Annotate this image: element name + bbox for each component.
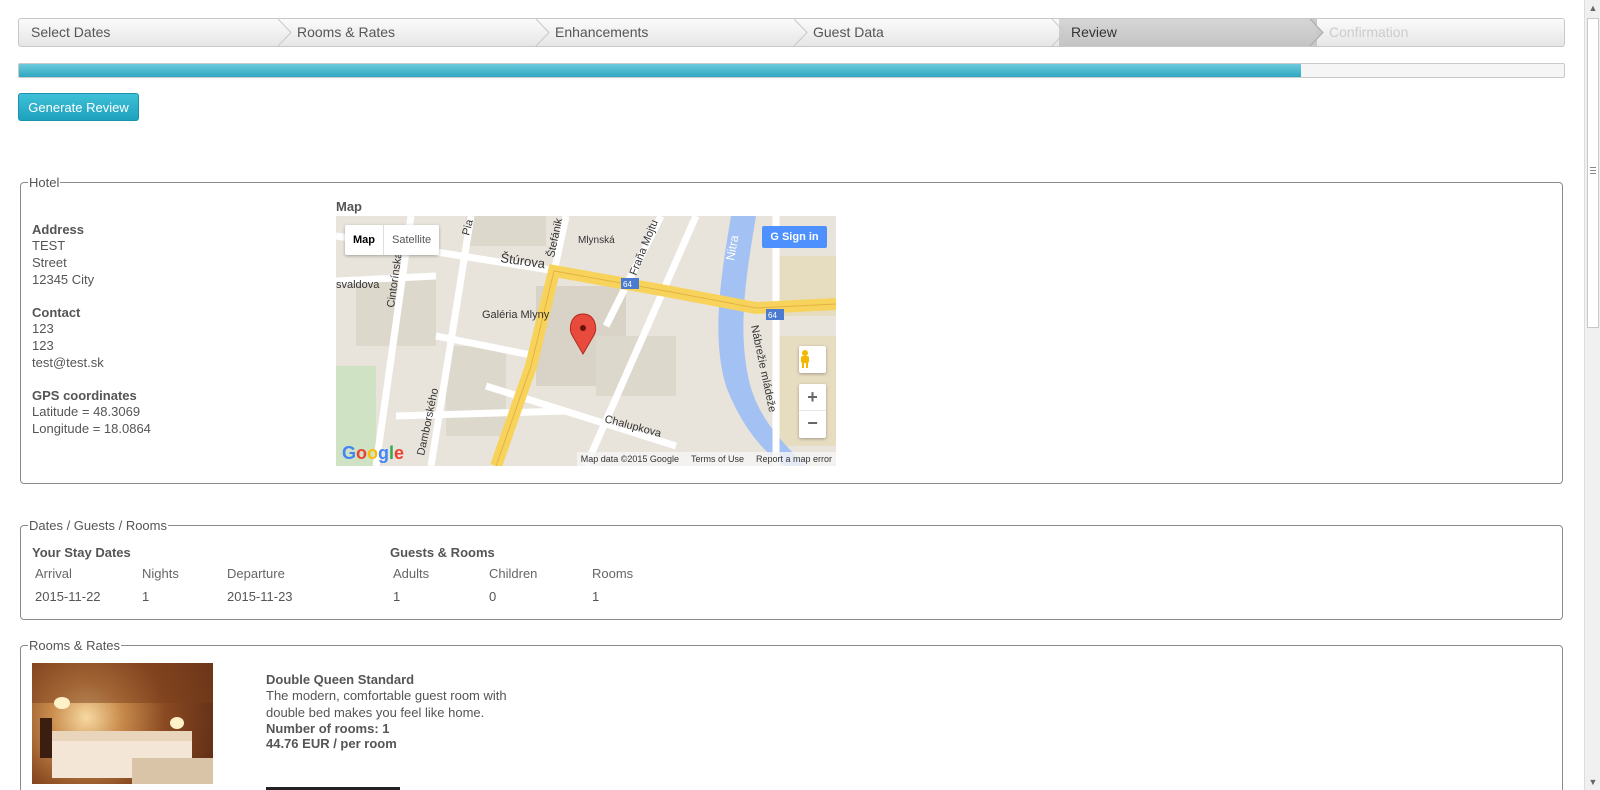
room-image xyxy=(32,663,213,784)
nights-value: 1 xyxy=(142,589,150,604)
map-type-satellite-button[interactable]: Satellite xyxy=(383,225,439,255)
map-view[interactable]: Štúrova Mlynská Fraňa Mojtu Nitra Cintor… xyxy=(336,216,836,466)
hotel-legend: Hotel xyxy=(29,175,60,190)
address-label: Address xyxy=(32,222,85,237)
arrival-value: 2015-11-22 xyxy=(35,589,101,604)
address-line: Street xyxy=(32,255,67,270)
map-report-link[interactable]: Report a map error xyxy=(756,452,832,466)
map-signin-button[interactable]: G Sign in xyxy=(762,226,827,248)
street-label: Mlynská xyxy=(578,235,615,246)
guests-rooms: Guests & Rooms Adults Children Rooms 1 0… xyxy=(390,545,669,604)
stay-dates-table: Arrival Nights Departure 2015-11-22 1 20… xyxy=(32,566,344,604)
address-line: 12345 City xyxy=(32,272,95,287)
pegman-icon[interactable] xyxy=(799,346,826,373)
dates-guests-legend: Dates / Guests / Rooms xyxy=(29,518,167,533)
route-label: 64 xyxy=(768,311,777,320)
street-label: svaldova xyxy=(336,279,380,291)
zoom-out-button[interactable]: − xyxy=(799,411,826,438)
map-label: Map xyxy=(336,199,362,214)
room-name: Double Queen Standard xyxy=(266,672,415,687)
step-separators xyxy=(277,19,1324,46)
hotel-info: Address TEST Street 12345 City Contact 1… xyxy=(32,222,312,437)
longitude: Longitude = 18.0864 xyxy=(32,421,151,436)
room-photo-shapes xyxy=(32,663,213,784)
children-value: 0 xyxy=(489,589,497,604)
map-data-credit: Map data ©2015 Google xyxy=(580,454,679,464)
vertical-scrollbar[interactable]: ▲ ▼ xyxy=(1584,0,1600,790)
grip-icon xyxy=(1590,167,1596,168)
rooms-rates-legend: Rooms & Rates xyxy=(29,638,121,653)
address-line: TEST xyxy=(32,238,66,253)
generate-review-button[interactable]: Generate Review xyxy=(18,93,139,121)
stay-dates: Your Stay Dates Arrival Nights Departure… xyxy=(32,545,344,604)
contact-line: 123 xyxy=(32,338,54,353)
rooms-count: Number of rooms: 1 xyxy=(266,721,390,736)
stay-header: Departure xyxy=(227,566,285,581)
latitude: Latitude = 48.3069 xyxy=(32,404,141,419)
map-type-map-button[interactable]: Map xyxy=(345,225,383,255)
page: Select Dates Rooms & Rates Enhancements … xyxy=(0,0,1584,790)
google-g-icon: G xyxy=(770,231,779,243)
rooms-rates-section: Rooms & Rates xyxy=(20,638,1563,790)
guests-header: Children xyxy=(489,566,538,581)
wizard-steps: Select Dates Rooms & Rates Enhancements … xyxy=(18,18,1565,47)
progress-fill xyxy=(19,64,1302,77)
map-signin-label: Sign in xyxy=(781,231,819,243)
zoom-control: + − xyxy=(799,384,826,438)
google-logo: Google xyxy=(342,443,405,463)
map-terms-link[interactable]: Terms of Use xyxy=(691,452,744,466)
departure-value: 2015-11-23 xyxy=(227,589,293,604)
room-details: Double Queen Standard The modern, comfor… xyxy=(266,672,526,751)
guests-header: Adults xyxy=(393,566,430,581)
scroll-up-icon[interactable]: ▲ xyxy=(1585,0,1600,16)
stay-header: Arrival xyxy=(35,566,72,581)
map-type-control: Map Satellite xyxy=(345,225,440,255)
map-footer: Map data ©2015 Google Terms of Use Repor… xyxy=(576,452,836,466)
room-price: 44.76 EUR / per room xyxy=(266,736,397,751)
contact-label: Contact xyxy=(32,305,81,320)
stay-dates-label: Your Stay Dates xyxy=(32,545,131,560)
stay-header: Nights xyxy=(142,566,179,581)
rooms-value: 1 xyxy=(592,589,600,604)
street-label: Galéria Mlyny xyxy=(482,309,550,321)
zoom-in-button[interactable]: + xyxy=(799,384,826,411)
contact-email[interactable]: test@test.sk xyxy=(32,354,312,371)
route-label: 64 xyxy=(623,280,632,289)
guests-header: Rooms xyxy=(592,566,634,581)
pegman-shape xyxy=(801,350,809,368)
scroll-down-icon[interactable]: ▼ xyxy=(1585,774,1600,790)
guests-rooms-label: Guests & Rooms xyxy=(390,545,495,560)
contact-line: 123 xyxy=(32,321,54,336)
progress-bar xyxy=(18,63,1565,78)
adults-value: 1 xyxy=(393,589,401,604)
scrollbar-thumb[interactable] xyxy=(1587,18,1599,328)
guests-rooms-table: Adults Children Rooms 1 0 1 xyxy=(390,566,669,604)
room-description: The modern, comfortable guest room with … xyxy=(266,688,507,720)
gps-label: GPS coordinates xyxy=(32,388,137,403)
